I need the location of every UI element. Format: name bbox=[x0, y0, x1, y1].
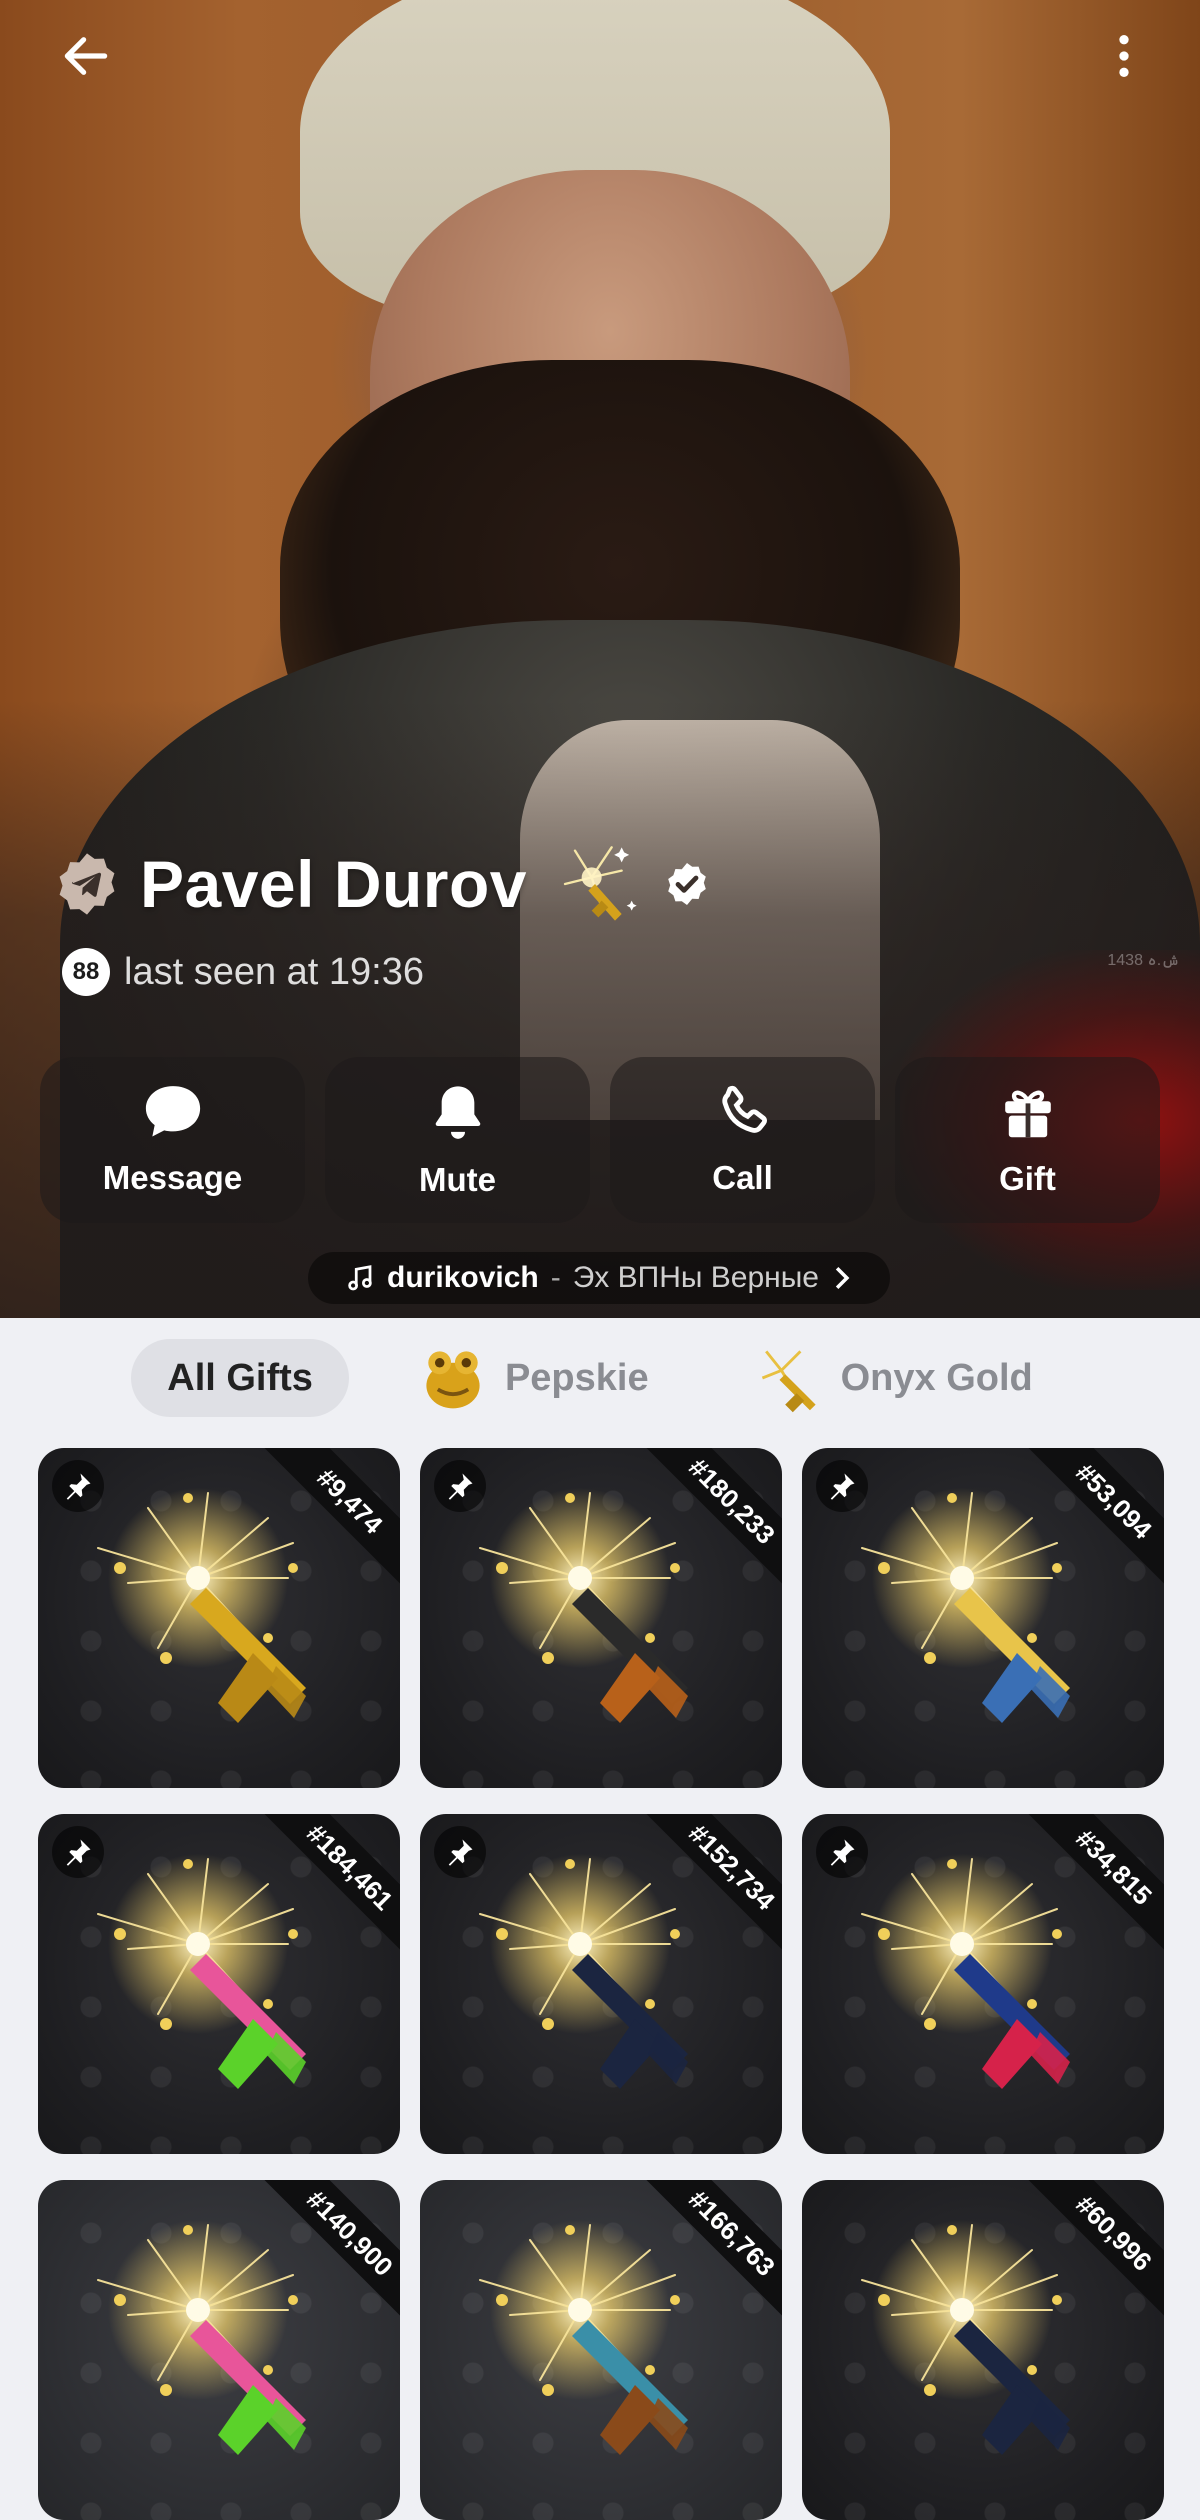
more-vertical-icon bbox=[1119, 35, 1129, 77]
profile-name-row: Pavel Durov bbox=[52, 844, 711, 924]
tab-pepskie[interactable]: Pepskie bbox=[379, 1339, 685, 1417]
bell-icon bbox=[435, 1086, 480, 1139]
call-button[interactable]: Call bbox=[610, 1057, 875, 1223]
pepe-frog-icon bbox=[426, 1351, 480, 1409]
pin-icon bbox=[434, 1460, 486, 1512]
profile-status-row: 88 last seen at 19:36 bbox=[62, 944, 424, 1000]
message-button[interactable]: Message bbox=[40, 1057, 305, 1223]
telegram-badge-icon bbox=[59, 853, 115, 915]
arrow-left-icon bbox=[64, 37, 108, 75]
gift-card[interactable]: #166,763 bbox=[420, 2180, 782, 2520]
mute-button-label: Mute bbox=[419, 1161, 496, 1198]
pin-icon bbox=[52, 1460, 104, 1512]
sparkler-emoji-status-icon[interactable] bbox=[545, 834, 645, 934]
music-track: Эх ВПНы Верные bbox=[572, 1261, 819, 1294]
more-menu-button[interactable] bbox=[1088, 20, 1160, 92]
call-button-label: Call bbox=[712, 1159, 773, 1196]
gift-card[interactable]: #9,474 bbox=[38, 1448, 400, 1788]
gift-button-label: Gift bbox=[999, 1160, 1056, 1197]
pin-icon bbox=[816, 1460, 868, 1512]
chat-bubble-icon bbox=[145, 1086, 200, 1137]
tab-onyx-gold[interactable]: Onyx Gold bbox=[715, 1339, 1069, 1417]
profile-name: Pavel Durov bbox=[140, 847, 527, 921]
message-button-label: Message bbox=[102, 1159, 243, 1196]
phone-icon bbox=[721, 1085, 767, 1133]
back-button[interactable] bbox=[50, 20, 122, 92]
gift-filter-tabs: All Gifts Pepskie Onyx Gold bbox=[0, 1318, 1200, 1438]
music-separator: - bbox=[550, 1261, 561, 1294]
gift-icon bbox=[1004, 1090, 1051, 1138]
profile-music-bar[interactable]: durikovich - Эх ВПНы Верные bbox=[308, 1252, 890, 1304]
music-note-icon bbox=[348, 1265, 372, 1291]
level-badge[interactable]: 88 bbox=[62, 948, 110, 996]
chevron-right-icon bbox=[835, 1266, 850, 1290]
gift-button[interactable]: Gift bbox=[895, 1057, 1160, 1223]
verified-badge-icon bbox=[668, 863, 706, 905]
mute-button[interactable]: Mute bbox=[325, 1057, 590, 1223]
pin-icon bbox=[434, 1826, 486, 1878]
last-seen-text: last seen at 19:36 bbox=[124, 950, 424, 993]
sparkler-gold-icon bbox=[761, 1350, 816, 1413]
pin-icon bbox=[52, 1826, 104, 1878]
profile-header: 1438 ش.ہ Pavel Durov 88 last seen at 19:… bbox=[0, 0, 1200, 1318]
pin-icon bbox=[816, 1826, 868, 1878]
gift-card[interactable]: #34,815 bbox=[802, 1814, 1164, 2154]
gift-card[interactable]: #184,461 bbox=[38, 1814, 400, 2154]
gift-card[interactable]: #140,900 bbox=[38, 2180, 400, 2520]
gifts-grid: #9,474 #180,233 #53,094 #184,461 #152,734 #34… bbox=[38, 1448, 1164, 2520]
gift-card[interactable]: #53,094 bbox=[802, 1448, 1164, 1788]
tab-all-gifts-label: All Gifts bbox=[167, 1356, 313, 1399]
gift-card[interactable]: #60,996 bbox=[802, 2180, 1164, 2520]
tab-pepskie-label: Pepskie bbox=[504, 1356, 649, 1399]
tab-all-gifts[interactable]: All Gifts bbox=[131, 1339, 349, 1417]
tab-onyx-gold-label: Onyx Gold bbox=[840, 1356, 1033, 1399]
music-artist: durikovich bbox=[387, 1261, 539, 1294]
photo-caption: 1438 ش.ہ bbox=[1107, 952, 1180, 969]
gift-card[interactable]: #180,233 bbox=[420, 1448, 782, 1788]
gift-card[interactable]: #152,734 bbox=[420, 1814, 782, 2154]
profile-actions: Message Mute Call Gift bbox=[40, 1057, 1160, 1223]
